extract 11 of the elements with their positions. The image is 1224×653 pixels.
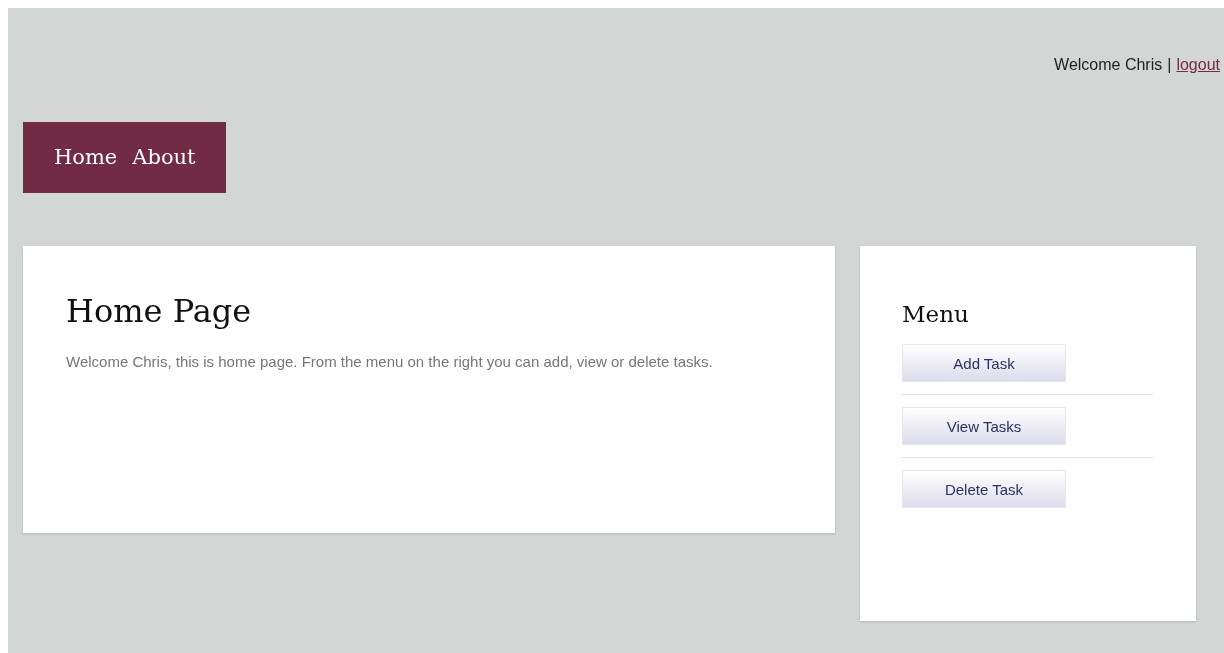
separator-text: |	[1167, 56, 1172, 74]
page-title: Home Page	[66, 292, 252, 330]
menu-title: Menu	[902, 301, 969, 327]
nav-link[interactable]: About	[132, 145, 196, 169]
welcome-text: Welcome Chris	[1054, 56, 1163, 74]
nav-link[interactable]: Home	[54, 145, 118, 169]
menu-button[interactable]: View Tasks	[902, 407, 1066, 445]
logout-link[interactable]: logout	[1176, 56, 1220, 74]
menu-button[interactable]: Delete Task	[902, 470, 1066, 508]
intro-paragraph: Welcome Chris, this is home page. From the menu on the right you can add, view or delete tasks.	[66, 352, 714, 372]
menu-button[interactable]: Add Task	[902, 344, 1066, 382]
